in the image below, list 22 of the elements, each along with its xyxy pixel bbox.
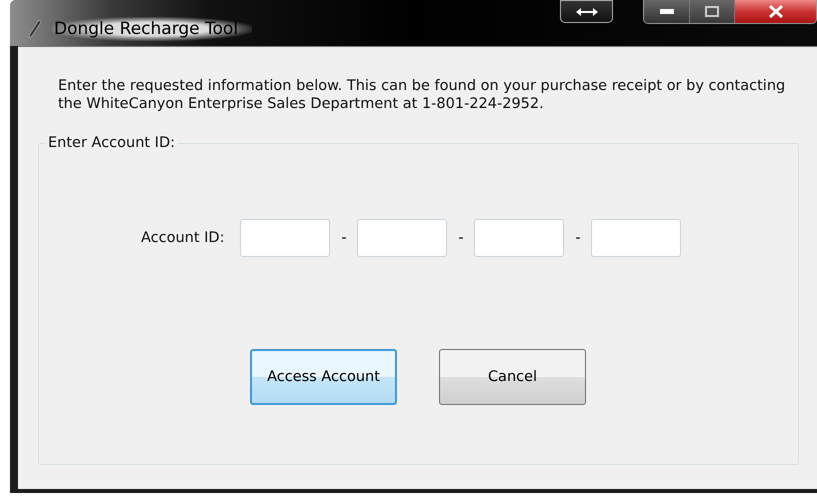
close-icon: [768, 5, 784, 18]
input-field[interactable]: [591, 219, 682, 257]
minimize-button[interactable]: [644, 0, 690, 23]
input-field[interactable]: [474, 219, 564, 257]
maximize-icon: [705, 6, 719, 17]
window-title: Dongle Recharge Tool: [52, 17, 252, 41]
instruction-text: Enter the requested information below. This can be found on your purchase receipt or by contacting the WhiteCanyon Enterprise Sales Department at 1-801-224-2952.: [58, 77, 786, 113]
secondary-button[interactable]: Cancel: [439, 349, 586, 405]
minimize-icon: [660, 9, 674, 14]
separator-text: -: [574, 230, 582, 246]
double-arrow-icon: [574, 6, 598, 16]
close-button[interactable]: [735, 0, 816, 23]
maximize-button[interactable]: [690, 0, 735, 23]
group-label: Enter Account ID:: [47, 135, 176, 151]
resize-button[interactable]: [560, 0, 613, 23]
separator-text: -: [457, 230, 465, 246]
input-field[interactable]: [357, 219, 448, 257]
pen-icon: [28, 19, 42, 39]
separator-text: -: [340, 230, 348, 246]
primary-button[interactable]: Access Account: [250, 349, 397, 405]
field-label: Account ID:: [141, 230, 224, 246]
input-field[interactable]: [240, 219, 330, 257]
